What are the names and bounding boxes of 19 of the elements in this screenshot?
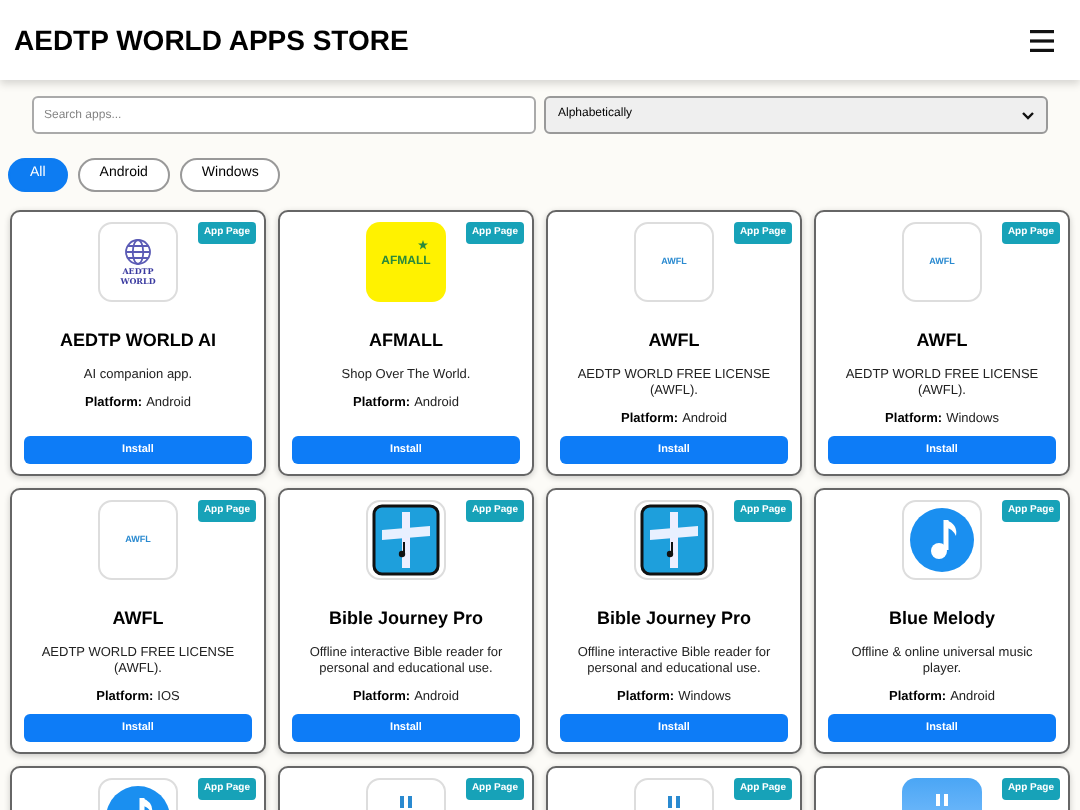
- bible-cross-icon: [640, 504, 708, 576]
- bible-cross-icon: [372, 504, 440, 576]
- app-name: AFMALL: [369, 328, 443, 354]
- star-icon: [418, 240, 428, 250]
- app-logo-icon: [398, 796, 414, 808]
- app-name: AWFL: [112, 606, 164, 632]
- menu-icon[interactable]: [1030, 29, 1054, 51]
- globe-icon: [124, 238, 152, 266]
- app-name: Blue Melody: [888, 606, 995, 632]
- app-name: Bible Journey Pro: [596, 606, 752, 632]
- caret-icon: [1022, 111, 1034, 119]
- app-name: AWFL: [648, 328, 700, 354]
- music-note-icon: [908, 506, 976, 574]
- app-name: AEDTP WORLD AI: [60, 328, 216, 354]
- app-logo-icon: [666, 796, 682, 808]
- app-name: AWFL: [916, 328, 968, 354]
- site-title: AEDTP WORLD APPS STORE: [14, 21, 409, 59]
- app-logo-icon: [934, 794, 950, 806]
- app-name: Bible Journey Pro: [328, 606, 484, 632]
